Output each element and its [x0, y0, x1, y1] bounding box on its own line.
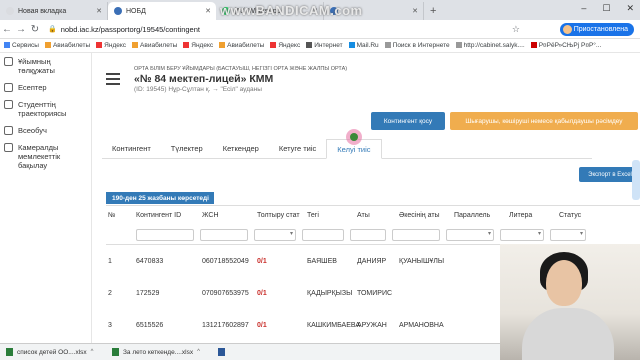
minimize-button[interactable]: –	[581, 3, 586, 14]
bookmark-item[interactable]: Авиабилеты	[132, 42, 177, 49]
fill-status[interactable]: 0/1	[257, 258, 307, 265]
filter-row	[106, 225, 640, 245]
filter-input[interactable]	[200, 228, 248, 241]
bandicam-watermark: www.BANDICAM.com	[220, 3, 363, 18]
sidebar-item-vseobuch[interactable]: Всеобуч	[0, 122, 91, 139]
tab-departed[interactable]: Кеткендер	[213, 139, 269, 158]
chevron-up-icon[interactable]: ^	[197, 349, 200, 355]
filter-select[interactable]	[500, 228, 544, 241]
close-icon[interactable]: ✕	[96, 7, 102, 15]
star-icon[interactable]: ☆	[512, 24, 520, 35]
column-header[interactable]: Тегі	[307, 212, 357, 219]
presenter-face	[546, 260, 582, 306]
url-field[interactable]: nobd.iac.kz/passportorg/19545/contingent	[61, 25, 200, 34]
close-window-button[interactable]: ✕	[626, 3, 634, 14]
bookmarks-bar: Сервисы Авиабилеты Яндекс Авиабилеты Янд…	[0, 39, 640, 53]
webcam-overlay	[500, 244, 640, 360]
address-bar-row: ← → ↻ 🔒 nobd.iac.kz/passportorg/19545/co…	[0, 20, 640, 39]
sidebar-item-reports[interactable]: Есептер	[0, 79, 91, 96]
org-type: ОРТА БІЛІМ БЕРУ ҰЙЫМДАРЫ (БАСТАУЫШ, НЕГІ…	[134, 66, 348, 72]
org-id: (ID: 19545) Нұр-Сұлтан қ. → "Есіл" аудан…	[134, 86, 262, 93]
column-header[interactable]: №	[106, 212, 136, 219]
page-icon	[6, 7, 14, 15]
add-contingent-button[interactable]: Контингент қосу	[371, 112, 445, 130]
sidebar-item-trajectory[interactable]: Студенттің траекториясы	[0, 96, 91, 122]
sidebar-item-passport[interactable]: Ұйымның төлқұжаты	[0, 53, 91, 79]
records-count-badge: 190-ден 25 жазбаны көрсетеді	[106, 192, 214, 204]
nobd-icon	[114, 7, 122, 15]
page-title: «№ 84 мектеп-лицей» КММ	[134, 73, 274, 85]
control-icon	[4, 143, 13, 152]
profile-button[interactable]: Приостановлена	[559, 23, 634, 36]
filter-select[interactable]	[550, 228, 586, 241]
register-transfer-button[interactable]: Шығарушы, көшіруші немесе қабылдаушы рәс…	[450, 112, 638, 130]
close-icon[interactable]: ✕	[412, 7, 418, 15]
fill-status[interactable]: 0/1	[257, 322, 307, 329]
filter-input[interactable]	[392, 228, 440, 241]
download-item[interactable]: За лето кеткенде....xlsx ^	[112, 348, 212, 356]
side-scroll-handle[interactable]	[632, 160, 640, 200]
filter-input[interactable]	[350, 228, 386, 241]
bookmark-item[interactable]: Интернет	[306, 42, 343, 49]
filter-select[interactable]	[446, 228, 494, 241]
bookmark-item[interactable]: Поиск в Интернете	[384, 42, 450, 49]
filter-select[interactable]	[254, 228, 296, 241]
lock-icon[interactable]: 🔒	[48, 25, 57, 33]
sidebar-item-control[interactable]: Камералды мемлекеттік бақылау	[0, 139, 91, 174]
column-header[interactable]: Контингент ID	[136, 212, 202, 219]
reload-icon[interactable]: ↻	[28, 24, 42, 35]
download-item[interactable]: список детей ОО....xlsx ^	[6, 348, 106, 356]
fill-status[interactable]: 0/1	[257, 290, 307, 297]
bookmark-item[interactable]: http://cabinet.salyk....	[455, 42, 525, 49]
tab-graduates[interactable]: Түлектер	[161, 139, 213, 158]
column-header[interactable]: ЖСН	[202, 212, 257, 219]
table-header: № Контингент ID ЖСН Толтыру стат Тегі Ат…	[106, 205, 640, 225]
bookmark-item[interactable]: Р¤РёР»СЊРј Р¤Р°...	[530, 42, 601, 49]
column-header[interactable]: Әкесінің аты	[399, 212, 454, 219]
bookmark-item[interactable]: Авиабилеты	[219, 42, 264, 49]
bookmark-item[interactable]: Яндекс	[183, 42, 213, 49]
excel-file-icon	[112, 348, 119, 356]
column-header[interactable]: Толтыру стат	[257, 212, 307, 219]
chevron-up-icon[interactable]: ^	[91, 349, 94, 355]
student-icon	[4, 100, 13, 109]
report-icon	[4, 83, 13, 92]
column-header[interactable]: Аты	[357, 212, 399, 219]
excel-file-icon	[6, 348, 13, 356]
column-header[interactable]: Статус	[559, 212, 599, 219]
filter-input[interactable]	[136, 228, 194, 241]
menu-icon[interactable]	[106, 73, 120, 88]
forward-arrow-icon[interactable]: →	[14, 24, 28, 35]
building-icon	[4, 57, 13, 66]
bookmark-item[interactable]: Сервисы	[4, 42, 39, 49]
new-tab-button[interactable]: +	[430, 5, 436, 17]
word-file-icon	[218, 348, 225, 356]
window-controls: – ☐ ✕	[581, 3, 634, 14]
browser-tab-active[interactable]: НОБД ✕	[108, 2, 216, 20]
bookmark-item[interactable]: Яндекс	[96, 42, 126, 49]
tab-contingent[interactable]: Контингент	[102, 139, 161, 158]
tab-should-leave[interactable]: Кетуге тиіс	[269, 139, 326, 158]
maximize-button[interactable]: ☐	[602, 3, 610, 14]
back-arrow-icon[interactable]: ←	[0, 24, 14, 35]
bookmark-item[interactable]: Яндекс	[270, 42, 300, 49]
filter-input[interactable]	[302, 228, 344, 241]
browser-tab[interactable]: Новая вкладка ✕	[0, 2, 108, 20]
sidebar: Ұйымның төлқұжаты Есептер Студенттің тра…	[0, 53, 92, 343]
column-header[interactable]: Параллель	[454, 212, 509, 219]
presenter-body	[522, 308, 614, 360]
download-item[interactable]	[218, 348, 238, 356]
bookmark-item[interactable]: Mail.Ru	[348, 42, 379, 49]
list-icon	[4, 126, 13, 135]
close-icon[interactable]: ✕	[205, 7, 211, 15]
mouse-cursor	[350, 133, 358, 141]
export-excel-button[interactable]: Экспорт в Excel	[579, 167, 640, 182]
column-header[interactable]: Литера	[509, 212, 559, 219]
bookmark-item[interactable]: Авиабилеты	[44, 42, 90, 49]
